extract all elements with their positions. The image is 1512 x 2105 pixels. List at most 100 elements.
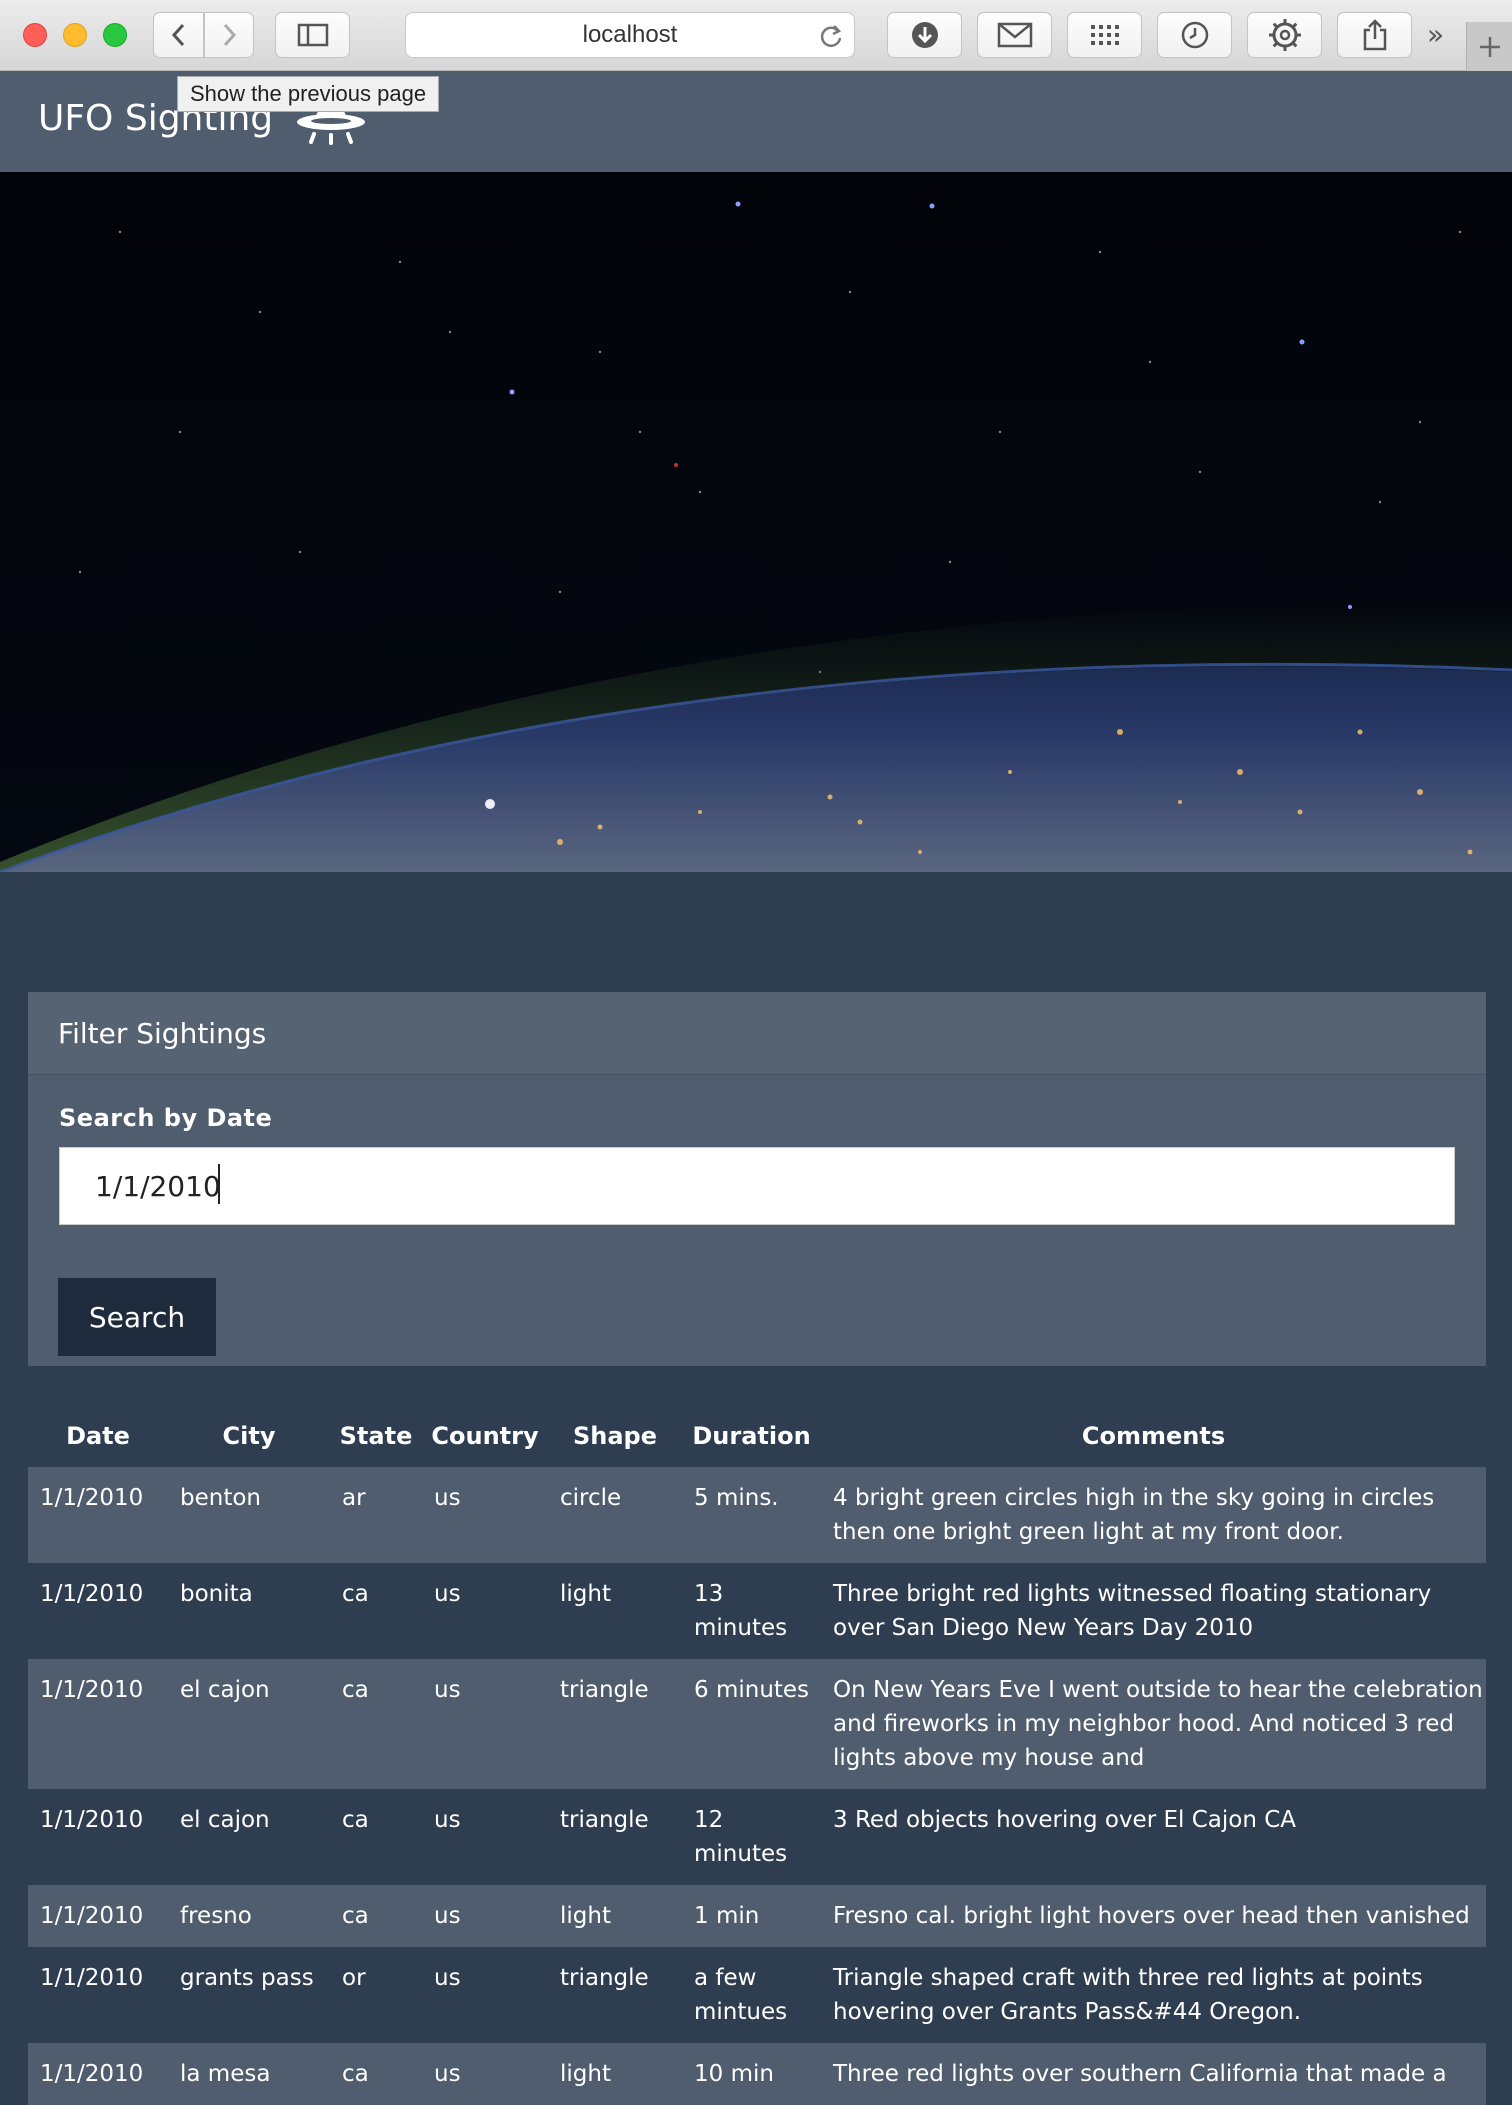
header-city: City [222,1422,276,1450]
cell-country: us [422,2043,548,2105]
table-row: 1/1/2010 la mesa ca us light 10 min Thre… [28,2043,1486,2105]
cell-country: us [422,1659,548,1789]
cell-city: el cajon [168,1659,330,1789]
cell-city: grants pass [168,1947,330,2043]
cell-country: us [422,1947,548,2043]
cell-comments: Fresno cal. bright light hovers over hea… [821,1885,1486,1947]
cell-city: el cajon [168,1789,330,1885]
search-button[interactable]: Search [58,1278,216,1356]
chevron-right-icon [223,23,237,47]
table-row: 1/1/2010 benton ar us circle 5 mins. 4 b… [28,1467,1486,1563]
cell-city: bonita [168,1563,330,1659]
more-tabs-button[interactable]: » [1427,18,1444,51]
cell-state: or [330,1947,422,2043]
header-state: State [339,1422,413,1450]
cell-city: la mesa [168,2043,330,2105]
table-row: 1/1/2010 grants pass or us triangle a fe… [28,1947,1486,2043]
close-window-button[interactable] [23,23,47,47]
cell-duration: 10 min [682,2043,821,2105]
cell-duration: 6 minutes [682,1659,821,1789]
downloads-button[interactable] [887,12,962,58]
browser-toolbar: localhost » [0,0,1512,71]
cell-duration: a few mintues [682,1947,821,2043]
cell-date: 1/1/2010 [28,1789,168,1885]
date-search-input[interactable] [59,1147,1455,1225]
cell-shape: triangle [548,1659,682,1789]
cell-date: 1/1/2010 [28,1563,168,1659]
table-row: 1/1/2010 bonita ca us light 13 minutes T… [28,1563,1486,1659]
table-row: 1/1/2010 fresno ca us light 1 min Fresno… [28,1885,1486,1947]
share-icon [1363,19,1386,51]
cell-city: benton [168,1467,330,1563]
clock-icon [1181,21,1208,49]
text-caret [218,1164,220,1204]
minimize-window-button[interactable] [63,23,87,47]
reload-icon[interactable] [818,23,844,56]
cell-comments: 3 Red objects hovering over El Cajon CA [821,1789,1486,1885]
cell-shape: triangle [548,1789,682,1885]
cell-date: 1/1/2010 [28,1885,168,1947]
gear-icon [1268,19,1301,51]
cell-country: us [422,1789,548,1885]
filter-panel: Filter Sightings Search by Date Search [28,992,1486,1366]
cell-country: us [422,1885,548,1947]
grid-icon [1090,25,1119,45]
cell-comments: Three red lights over southern Californi… [821,2043,1486,2105]
cell-duration: 5 mins. [682,1467,821,1563]
cell-date: 1/1/2010 [28,2043,168,2105]
back-tooltip: Show the previous page [177,76,440,112]
cell-shape: light [548,2043,682,2105]
sightings-table: Date City State Country Shape Duration C… [28,1405,1486,2105]
cell-state: ca [330,2043,422,2105]
chevron-left-icon [171,23,184,47]
cell-shape: circle [548,1467,682,1563]
download-icon [911,22,938,48]
cell-country: us [422,1467,548,1563]
header-shape: Shape [572,1422,658,1450]
cell-duration: 12 minutes [682,1789,821,1885]
cell-state: ca [330,1885,422,1947]
header-date: Date [66,1422,130,1450]
table-row: 1/1/2010 el cajon ca us triangle 6 minut… [28,1659,1486,1789]
cell-date: 1/1/2010 [28,1467,168,1563]
cell-duration: 13 minutes [682,1563,821,1659]
apps-button[interactable] [1067,12,1142,58]
fullscreen-window-button[interactable] [103,23,127,47]
address-text: localhost [582,21,678,48]
sidebar-icon [297,23,328,47]
settings-button[interactable] [1247,12,1322,58]
table-header-row: Date City State Country Shape Duration C… [28,1405,1486,1467]
filter-panel-title: Filter Sightings [28,992,1486,1075]
cell-date: 1/1/2010 [28,1659,168,1789]
cell-date: 1/1/2010 [28,1947,168,2043]
cell-state: ca [330,1659,422,1789]
cell-state: ca [330,1789,422,1885]
hero-image [0,172,1512,872]
cell-shape: triangle [548,1947,682,2043]
mail-icon [997,22,1032,48]
header-comments: Comments [1081,1422,1226,1450]
share-button[interactable] [1337,12,1412,58]
cell-shape: light [548,1885,682,1947]
address-bar[interactable]: localhost [405,12,855,58]
cell-state: ar [330,1467,422,1563]
history-button[interactable] [1157,12,1232,58]
sidebar-button[interactable] [275,12,350,58]
mail-button[interactable] [977,12,1052,58]
cell-comments: Triangle shaped craft with three red lig… [821,1947,1486,2043]
cell-comments: On New Years Eve I went outside to hear … [821,1659,1486,1789]
plus-icon [1479,36,1500,57]
cell-duration: 1 min [682,1885,821,1947]
header-country: Country [431,1422,539,1450]
forward-button[interactable] [204,12,254,58]
new-tab-button[interactable] [1466,22,1512,71]
header-duration: Duration [692,1422,811,1450]
cell-city: fresno [168,1885,330,1947]
cell-state: ca [330,1563,422,1659]
cell-country: us [422,1563,548,1659]
cell-shape: light [548,1563,682,1659]
date-field-label: Search by Date [59,1104,273,1132]
table-row: 1/1/2010 el cajon ca us triangle 12 minu… [28,1789,1486,1885]
back-button[interactable] [153,12,204,58]
cell-comments: Three bright red lights witnessed floati… [821,1563,1486,1659]
